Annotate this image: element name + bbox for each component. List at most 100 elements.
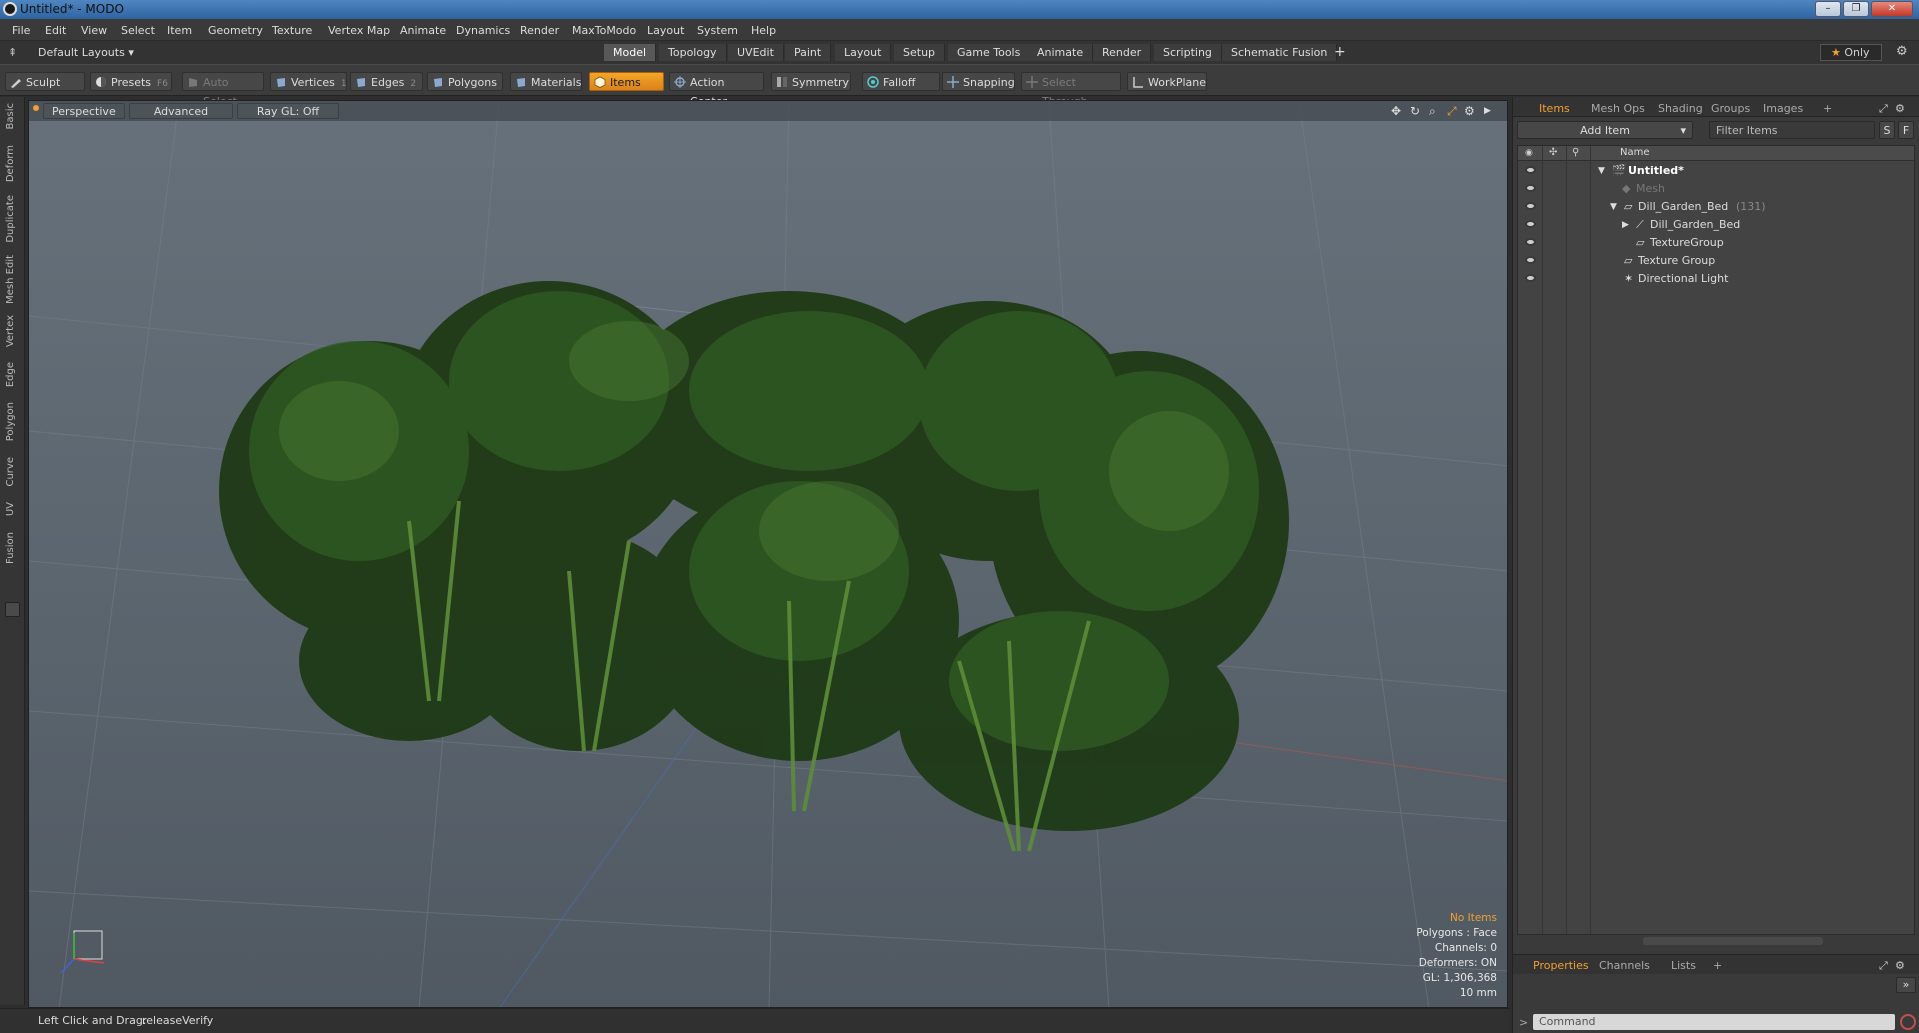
panel-tab-shading[interactable]: Shading: [1658, 102, 1703, 115]
viewport-settings-icon[interactable]: ⚙: [1464, 104, 1475, 118]
bottom-add-tab-button[interactable]: +: [1713, 959, 1722, 972]
properties-gear-icon[interactable]: ⚙: [1895, 959, 1905, 972]
tree-row-dill-garden-bed-mesh[interactable]: ▶ ⟋ Dill_Garden_Bed: [1518, 216, 1914, 234]
raygl-toggle[interactable]: Ray GL: Off: [237, 103, 339, 119]
tab-topology[interactable]: Topology: [659, 44, 727, 61]
left-tab-fusion[interactable]: Fusion: [5, 532, 16, 564]
menu-file[interactable]: File: [12, 24, 30, 37]
menu-dynamics[interactable]: Dynamics: [456, 24, 510, 37]
layout-pin-icon[interactable]: ⇞: [8, 46, 17, 59]
menu-item[interactable]: Item: [167, 24, 192, 37]
tab-schematic-fusion[interactable]: Schematic Fusion: [1222, 44, 1338, 61]
tree-row-texturegroup[interactable]: ▱ TextureGroup: [1518, 234, 1914, 252]
settings-gear-icon[interactable]: ⚙: [1896, 44, 1908, 59]
left-tab-polygon[interactable]: Polygon: [5, 402, 16, 441]
visibility-eye-icon[interactable]: [1525, 220, 1536, 228]
tab-animate[interactable]: Animate: [1028, 44, 1094, 61]
advanced-dropdown[interactable]: Advanced: [129, 103, 233, 119]
left-tab-edge[interactable]: Edge: [5, 362, 16, 387]
left-tab-basic[interactable]: Basic: [5, 103, 16, 129]
menu-vertex-map[interactable]: Vertex Map: [328, 24, 390, 37]
tree-row-directional-light[interactable]: ✶ Directional Light: [1518, 270, 1914, 288]
filter-items-input[interactable]: Filter Items: [1709, 121, 1875, 139]
tree-horizontal-scrollbar[interactable]: [1643, 937, 1823, 945]
properties-more-button[interactable]: »: [1896, 977, 1916, 993]
viewport-menu-arrow-icon[interactable]: ▶: [1484, 106, 1491, 116]
command-input[interactable]: Command: [1533, 1014, 1895, 1030]
properties-expand-icon[interactable]: ⤢: [1879, 959, 1888, 973]
panel-tab-images[interactable]: Images: [1763, 102, 1803, 115]
falloff-button[interactable]: Falloff: [862, 72, 940, 91]
tab-render[interactable]: Render: [1093, 44, 1152, 61]
left-tab-duplicate[interactable]: Duplicate: [5, 195, 16, 243]
panel-tab-items[interactable]: Items: [1539, 102, 1570, 115]
close-window-button[interactable]: ✕: [1871, 1, 1913, 17]
tab-paint[interactable]: Paint: [785, 44, 832, 61]
tree-row-untitled[interactable]: ▼ 🎬 Untitled*: [1518, 162, 1914, 180]
auto-select-button[interactable]: Auto Select: [182, 72, 264, 108]
zoom-icon[interactable]: ⌕: [1429, 104, 1436, 119]
polygons-button[interactable]: Polygons: [427, 72, 503, 91]
minimize-button[interactable]: –: [1815, 1, 1841, 17]
visibility-eye-icon[interactable]: [1525, 274, 1536, 282]
left-tab-vertex[interactable]: Vertex: [5, 315, 16, 347]
menu-layout[interactable]: Layout: [647, 24, 684, 37]
menu-maxtomodo[interactable]: MaxToModo: [572, 24, 636, 37]
view-mode-dropdown[interactable]: Perspective: [43, 103, 125, 119]
bottom-tab-channels[interactable]: Channels: [1599, 959, 1650, 972]
panel-tab-mesh-ops[interactable]: Mesh Ops: [1591, 102, 1645, 115]
tab-layout[interactable]: Layout: [835, 44, 892, 61]
menu-edit[interactable]: Edit: [45, 24, 66, 37]
add-item-button[interactable]: Add Item ▾: [1517, 121, 1693, 139]
left-tab-mesh-edit[interactable]: Mesh Edit: [5, 255, 16, 304]
only-toggle[interactable]: ★ Only: [1820, 44, 1882, 61]
tab-uvedit[interactable]: UVEdit: [728, 44, 784, 61]
tab-scripting[interactable]: Scripting: [1154, 44, 1222, 61]
collapse-arrow-icon[interactable]: ▼: [1598, 162, 1605, 180]
items-button[interactable]: Items: [589, 72, 664, 91]
menu-texture[interactable]: Texture: [272, 24, 312, 37]
visibility-eye-icon[interactable]: [1525, 202, 1536, 210]
panel-add-tab-button[interactable]: +: [1823, 102, 1832, 115]
menu-system[interactable]: System: [697, 24, 738, 37]
menu-render[interactable]: Render: [520, 24, 559, 37]
left-tab-uv[interactable]: UV: [5, 502, 16, 516]
snapping-button[interactable]: Snapping: [942, 72, 1015, 91]
maximize-viewport-icon[interactable]: ⤢: [1447, 104, 1457, 119]
tree-row-texture-group[interactable]: ▱ Texture Group: [1518, 252, 1914, 270]
menu-select[interactable]: Select: [121, 24, 155, 37]
visibility-eye-icon[interactable]: [1525, 166, 1536, 174]
expand-arrow-icon[interactable]: ▶: [1622, 216, 1629, 234]
symmetry-button[interactable]: Symmetry: [771, 72, 851, 91]
3d-viewport[interactable]: Perspective Advanced Ray GL: Off ✥ ↻ ⌕ ⤢…: [28, 100, 1508, 1008]
panel-tab-groups[interactable]: Groups: [1711, 102, 1750, 115]
default-layouts-dropdown[interactable]: Default Layouts ▾: [38, 46, 134, 59]
bottom-tab-lists[interactable]: Lists: [1671, 959, 1696, 972]
filter-s-button[interactable]: S: [1879, 121, 1895, 139]
workplane-button[interactable]: WorkPlane: [1127, 72, 1207, 91]
menu-view[interactable]: View: [81, 24, 107, 37]
panel-expand-icon[interactable]: ⤢: [1879, 102, 1888, 116]
tree-row-dill-garden-bed-group[interactable]: ▼ ▱ Dill_Garden_Bed (131): [1518, 198, 1914, 216]
panel-gear-icon[interactable]: ⚙: [1895, 102, 1905, 115]
visibility-eye-icon[interactable]: [1525, 256, 1536, 264]
action-center-button[interactable]: Action Center: [669, 72, 764, 108]
menu-help[interactable]: Help: [751, 24, 776, 37]
menu-animate[interactable]: Animate: [400, 24, 446, 37]
vertices-button[interactable]: Vertices 1: [270, 72, 347, 91]
left-tab-deform[interactable]: Deform: [5, 145, 16, 182]
pan-icon[interactable]: ✥: [1391, 104, 1401, 118]
add-tab-button[interactable]: +: [1334, 44, 1346, 60]
visibility-eye-icon[interactable]: [1525, 184, 1536, 192]
presets-button[interactable]: Presets F6: [90, 72, 172, 91]
materials-button[interactable]: Materials: [510, 72, 582, 91]
edges-button[interactable]: Edges 2: [350, 72, 423, 91]
strip-expand-button[interactable]: [5, 602, 20, 617]
bottom-tab-properties[interactable]: Properties: [1533, 959, 1589, 972]
tab-model[interactable]: Model: [604, 44, 657, 61]
tree-row-mesh[interactable]: ◆ Mesh: [1518, 180, 1914, 198]
rotate-icon[interactable]: ↻: [1410, 104, 1420, 118]
left-tab-curve[interactable]: Curve: [5, 457, 16, 487]
filter-f-button[interactable]: F: [1898, 121, 1914, 139]
select-through-button[interactable]: Select Through: [1021, 72, 1121, 108]
